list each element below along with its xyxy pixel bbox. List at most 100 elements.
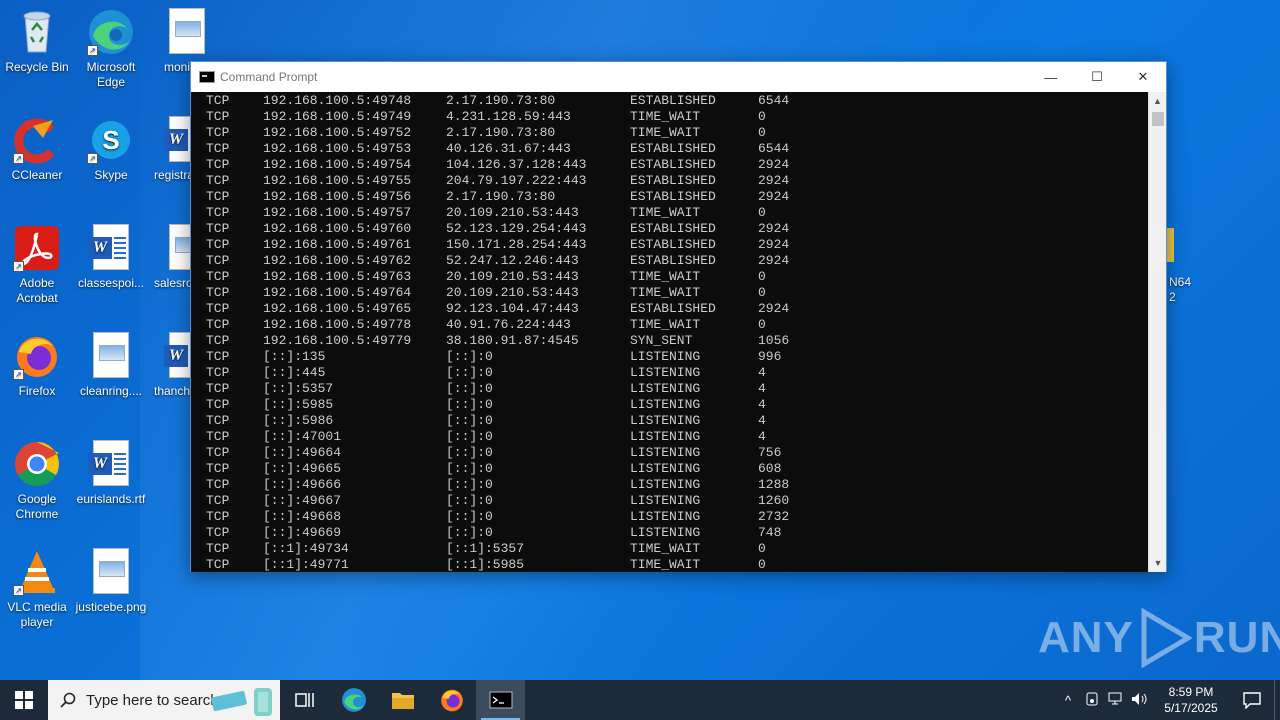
netstat-foreign: 204.79.197.222:443: [446, 173, 587, 188]
netstat-proto: TCP: [206, 285, 230, 300]
netstat-state: ESTABLISHED: [630, 157, 716, 172]
desktop-icon-ccleaner[interactable]: ↗ CCleaner: [0, 116, 74, 183]
netstat-foreign: [::]:0: [446, 429, 493, 444]
acrobat-icon: ↗: [13, 224, 61, 272]
device-icon[interactable]: [1080, 692, 1104, 709]
netstat-row: TCP 192.168.100.5:49763 20.109.210.53:443 T…: [191, 269, 1149, 285]
netstat-foreign: 2.17.190.73:80: [446, 125, 556, 140]
netstat-local: 192.168.100.5:49757: [263, 205, 412, 220]
close-button[interactable]: ✕: [1120, 62, 1166, 92]
system-tray: ^ 8:59 PM 5/17/2025: [1056, 680, 1280, 720]
netstat-foreign: 20.109.210.53:443: [446, 269, 579, 284]
taskbar-file-explorer-button[interactable]: [378, 680, 427, 720]
image-file-icon: [87, 332, 135, 380]
netstat-pid: 2924: [758, 157, 790, 172]
task-view-button[interactable]: [280, 680, 329, 720]
netstat-foreign: [::]:0: [446, 525, 493, 540]
desktop-icon-label: VLC media player: [7, 600, 67, 629]
partial-desktop-label: N64 2: [1169, 275, 1192, 304]
show-desktop-button[interactable]: [1274, 680, 1280, 720]
netstat-local: 192.168.100.5:49761: [263, 237, 412, 252]
taskbar-search-box[interactable]: Type here to search: [48, 680, 280, 720]
netstat-row: TCP [::]:445 [::]:0 LISTENING 4: [191, 365, 1149, 381]
netstat-row: TCP 192.168.100.5:49755 204.79.197.222:443…: [191, 173, 1149, 189]
netstat-foreign: 52.123.129.254:443: [446, 221, 587, 236]
desktop-icon-recycle-bin[interactable]: Recycle Bin: [0, 8, 74, 75]
netstat-local: [::]:49666: [263, 477, 342, 492]
netstat-foreign: 2.17.190.73:80: [446, 189, 556, 204]
desktop-icon-vlc[interactable]: ↗ VLC media player: [0, 548, 74, 630]
netstat-proto: TCP: [206, 397, 230, 412]
netstat-local: 192.168.100.5:49763: [263, 269, 412, 284]
desktop-icon-google-chrome[interactable]: Google Chrome: [0, 440, 74, 522]
netstat-local: [::]:5986: [263, 413, 334, 428]
netstat-proto: TCP: [206, 557, 230, 572]
desktop-icon-justicebe[interactable]: justicebe.png: [74, 548, 148, 615]
vertical-scrollbar[interactable]: ▲ ▼: [1148, 92, 1166, 572]
netstat-state: TIME_WAIT: [630, 125, 701, 140]
netstat-local: 192.168.100.5:49778: [263, 317, 412, 332]
desktop-icon-classespoint[interactable]: W classespoi...: [74, 224, 148, 291]
netstat-local: [::]:135: [263, 349, 326, 364]
netstat-pid: 2924: [758, 221, 790, 236]
edge-icon: [341, 688, 366, 712]
netstat-proto: TCP: [206, 269, 230, 284]
netstat-local: [::]:5985: [263, 397, 334, 412]
netstat-row: TCP [::]:49665 [::]:0 LISTENING 608: [191, 461, 1149, 477]
netstat-pid: 1056: [758, 333, 790, 348]
netstat-pid: 2924: [758, 189, 790, 204]
command-prompt-window[interactable]: Command Prompt — ☐ ✕ TCP 192.168.100.5:49…: [190, 61, 1167, 572]
window-titlebar[interactable]: Command Prompt — ☐ ✕: [191, 62, 1166, 92]
netstat-local: [::]:5357: [263, 381, 334, 396]
netstat-state: ESTABLISHED: [630, 141, 716, 156]
maximize-button[interactable]: ☐: [1074, 62, 1120, 92]
scroll-up-arrow-icon[interactable]: ▲: [1149, 92, 1166, 110]
desktop-icon-skype[interactable]: S ↗ Skype: [74, 116, 148, 183]
volume-icon[interactable]: [1128, 692, 1152, 709]
scroll-down-arrow-icon[interactable]: ▼: [1149, 554, 1167, 572]
netstat-state: LISTENING: [630, 365, 701, 380]
desktop-icon-microsoft-edge[interactable]: ↗ Microsoft Edge: [74, 8, 148, 90]
netstat-state: LISTENING: [630, 525, 701, 540]
netstat-proto: TCP: [206, 541, 230, 556]
network-icon[interactable]: [1104, 692, 1128, 709]
netstat-proto: TCP: [206, 189, 230, 204]
netstat-row: TCP 192.168.100.5:49761 150.171.28.254:443…: [191, 237, 1149, 253]
desktop-icon-label: Adobe Acrobat: [16, 276, 58, 305]
taskbar-clock[interactable]: 8:59 PM 5/17/2025: [1152, 684, 1230, 716]
console-output[interactable]: TCP 192.168.100.5:49748 2.17.190.73:80 ESTA…: [191, 92, 1149, 572]
netstat-pid: 0: [758, 125, 766, 140]
windows-logo-icon: [15, 691, 33, 709]
netstat-foreign: [::]:0: [446, 461, 493, 476]
taskbar-command-prompt-button[interactable]: [476, 680, 525, 720]
netstat-state: TIME_WAIT: [630, 205, 701, 220]
netstat-state: LISTENING: [630, 413, 701, 428]
notification-center-button[interactable]: [1230, 691, 1274, 709]
netstat-pid: 2924: [758, 173, 790, 188]
image-file-icon: [163, 8, 211, 56]
desktop-icon-adobe-acrobat[interactable]: ↗ Adobe Acrobat: [0, 224, 74, 306]
netstat-state: LISTENING: [630, 445, 701, 460]
netstat-proto: TCP: [206, 253, 230, 268]
desktop-icon-cleanring[interactable]: cleanring....: [74, 332, 148, 399]
scrollbar-thumb[interactable]: [1152, 112, 1164, 126]
desktop-icon-firefox[interactable]: ↗ Firefox: [0, 332, 74, 399]
netstat-local: 192.168.100.5:49754: [263, 157, 412, 172]
minimize-button[interactable]: —: [1028, 62, 1074, 92]
netstat-row: TCP 192.168.100.5:49760 52.123.129.254:443…: [191, 221, 1149, 237]
netstat-proto: TCP: [206, 509, 230, 524]
skype-icon: S ↗: [87, 116, 135, 164]
netstat-row: TCP 192.168.100.5:49756 2.17.190.73:80 ESTA…: [191, 189, 1149, 205]
netstat-pid: 2924: [758, 237, 790, 252]
taskbar-edge-button[interactable]: [329, 680, 378, 720]
netstat-local: [::1]:49771: [263, 557, 349, 572]
show-hidden-icons-chevron-icon[interactable]: ^: [1056, 693, 1080, 708]
netstat-proto: TCP: [206, 429, 230, 444]
start-button[interactable]: [0, 680, 48, 720]
netstat-local: 192.168.100.5:49748: [263, 93, 412, 108]
taskbar-firefox-button[interactable]: [427, 680, 476, 720]
desktop-icon-eurislands[interactable]: W eurislands.rtf: [74, 440, 148, 507]
folder-icon[interactable]: [1166, 228, 1174, 262]
netstat-state: ESTABLISHED: [630, 173, 716, 188]
netstat-proto: TCP: [206, 365, 230, 380]
